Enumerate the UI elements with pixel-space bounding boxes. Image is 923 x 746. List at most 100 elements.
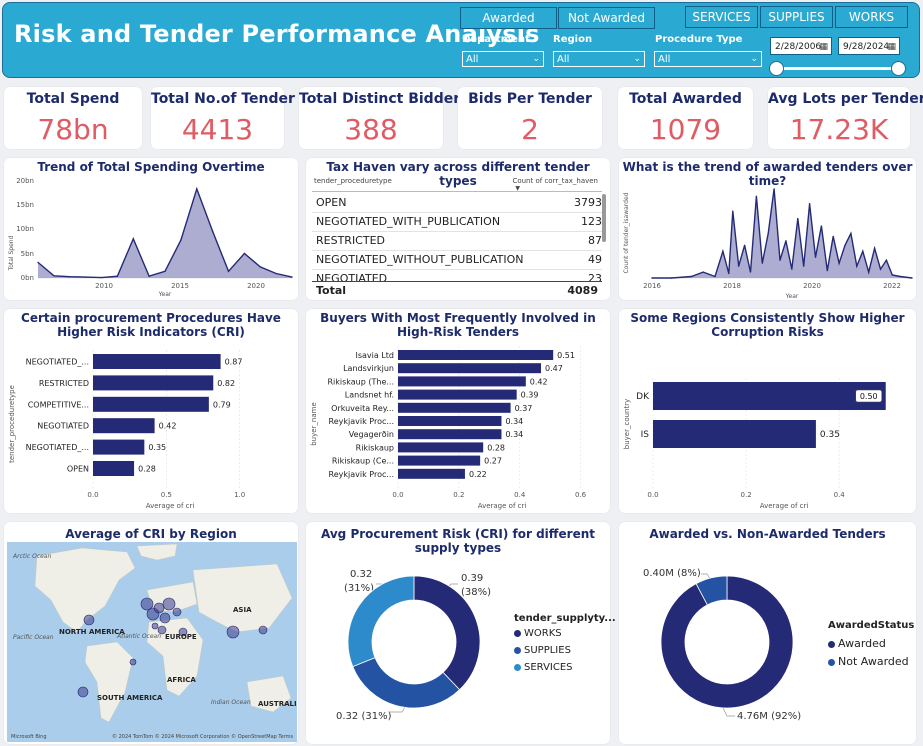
data-point (180, 239, 182, 241)
kpi-value: 2 (521, 113, 539, 146)
row-value: 87 (588, 234, 602, 247)
table-scrollbar[interactable] (602, 194, 606, 242)
value-label: 0.37 (515, 404, 533, 413)
value-label: 0.28 (138, 465, 156, 474)
cri-bubble[interactable] (83, 614, 95, 626)
value-label: 0.47 (545, 364, 563, 373)
buyers-card: Buyers With Most Frequently Involved in … (306, 309, 610, 513)
legend-item[interactable]: SUPPLIES (514, 645, 571, 656)
y-tick-label: 20bn (16, 177, 34, 185)
chevron-down-icon: ⌄ (532, 54, 540, 64)
legend-item[interactable]: WORKS (514, 628, 562, 639)
data-point (911, 277, 913, 279)
region-dropdown[interactable]: All ⌄ (553, 51, 645, 67)
legend-label: Awarded (838, 637, 886, 650)
data-point (779, 259, 781, 261)
spend-area (38, 188, 292, 278)
data-point (832, 235, 834, 238)
x-axis-label: Average of cri (478, 502, 527, 510)
not-awarded-button[interactable]: Not Awarded (558, 7, 655, 29)
category-label: Rikiskaup (Ce... (332, 457, 394, 466)
category-label: Reykjavik Proc... (329, 417, 394, 426)
awarded-trend-card: What is the trend of awarded tenders ove… (619, 158, 916, 300)
cri-bubble[interactable] (159, 612, 171, 624)
calendar-icon[interactable]: ▦ (819, 38, 828, 56)
legend-label: SUPPLIES (524, 645, 571, 656)
data-point (702, 271, 704, 273)
map-label: Arctic Ocean (12, 553, 51, 560)
cri-bubble[interactable] (172, 607, 182, 617)
world-map[interactable]: Arctic Ocean NORTH AMERICA EUROPE ASIA P… (7, 542, 297, 742)
category-label: Rikiskaup (The... (327, 377, 394, 386)
bar (653, 382, 886, 410)
data-point (259, 266, 261, 268)
calendar-icon[interactable]: ▦ (887, 38, 896, 56)
legend-item[interactable]: Not Awarded (828, 655, 909, 668)
bar (398, 468, 465, 479)
data-point (899, 275, 901, 278)
supplies-button[interactable]: SUPPLIES (760, 6, 833, 28)
y-tick-label: 15bn (16, 201, 34, 209)
cri-bubble[interactable] (129, 658, 137, 666)
data-point (802, 265, 805, 267)
date-slider-start-handle[interactable] (769, 61, 784, 76)
data-point (885, 259, 888, 261)
supply-donut-chart: 0.39 (38%) 0.32 (31%) 0.32 (31%) (336, 569, 491, 722)
row-value: 3793 (574, 196, 602, 209)
legend-label: SERVICES (524, 662, 573, 673)
table-row: NEGOTIATED 23 (312, 269, 602, 281)
row-name: NEGOTIATED_WITH_PUBLICATION (316, 215, 501, 228)
data-point (37, 261, 39, 264)
kpi-label: Total No.of Tender (151, 91, 295, 107)
x-tick-label: 2018 (723, 282, 741, 290)
x-tick-label: 0.0 (392, 491, 403, 499)
cri-bubble[interactable] (162, 597, 176, 611)
cri-bubble[interactable] (226, 625, 240, 639)
bar (398, 389, 517, 400)
category-label: NEGOTIATED_... (26, 443, 89, 452)
bar (93, 375, 214, 391)
category-label: Isavia Ltd (355, 351, 394, 360)
cri-bubble[interactable] (153, 602, 165, 614)
data-point (211, 230, 214, 232)
legend-item[interactable]: Awarded (828, 637, 886, 650)
x-tick-label: 2022 (883, 282, 901, 290)
row-value: 49 (588, 253, 602, 266)
cri-bubble[interactable] (258, 625, 268, 635)
department-dropdown[interactable]: All ⌄ (462, 51, 544, 67)
map-attribution[interactable]: © 2024 TomTom © 2024 Microsoft Corporati… (112, 733, 294, 740)
data-point (714, 275, 716, 278)
leader-line (722, 707, 735, 717)
y-axis-label: buyer_name (310, 402, 318, 446)
value-label: 0.42 (159, 422, 177, 431)
cri-bubble[interactable] (77, 686, 89, 698)
value-label: 0.39 (521, 391, 539, 400)
services-button[interactable]: SERVICES (685, 6, 758, 28)
x-tick-label: 0.0 (87, 491, 98, 499)
category-label: NEGOTIATED (37, 422, 89, 431)
procedure-type-dropdown[interactable]: All ⌄ (654, 51, 762, 67)
start-date-input[interactable]: 2/28/2006 ▦ (770, 37, 832, 55)
end-date-input[interactable]: 9/28/2024 ▦ (838, 37, 900, 55)
date-slider-track[interactable] (776, 67, 898, 70)
kpi-label: Bids Per Tender (468, 91, 592, 107)
row-name: OPEN (316, 196, 347, 209)
column-header[interactable]: tender_proceduretype (314, 177, 392, 185)
column-header[interactable]: Count of corr_tax_haven (512, 177, 598, 185)
buyers-chart: buyer_name Average of cri 0.0 0.2 0.4 0.6 Is… (310, 346, 587, 510)
award-donut-card: Awarded vs. Non-Awarded Tenders 0.40M (8… (619, 522, 916, 744)
map-label: ASIA (233, 606, 252, 614)
bar (93, 439, 145, 455)
date-slider-end-handle[interactable] (891, 61, 906, 76)
map-card: Average of CRI by Region Arctic Ocean NO… (4, 522, 298, 744)
bar (93, 354, 221, 369)
legend-item[interactable]: SERVICES (514, 662, 573, 673)
cri-bubble[interactable] (151, 622, 159, 630)
works-button[interactable]: WORKS (835, 6, 908, 28)
awarded-button[interactable]: Awarded (460, 7, 557, 29)
table-body: OPEN 3793 NEGOTIATED_WITH_PUBLICATION 123 … (306, 193, 610, 281)
data-point (53, 275, 55, 277)
category-label: Landsvirkjun (343, 364, 394, 373)
data-point (164, 270, 166, 273)
awarded-area (652, 188, 912, 278)
